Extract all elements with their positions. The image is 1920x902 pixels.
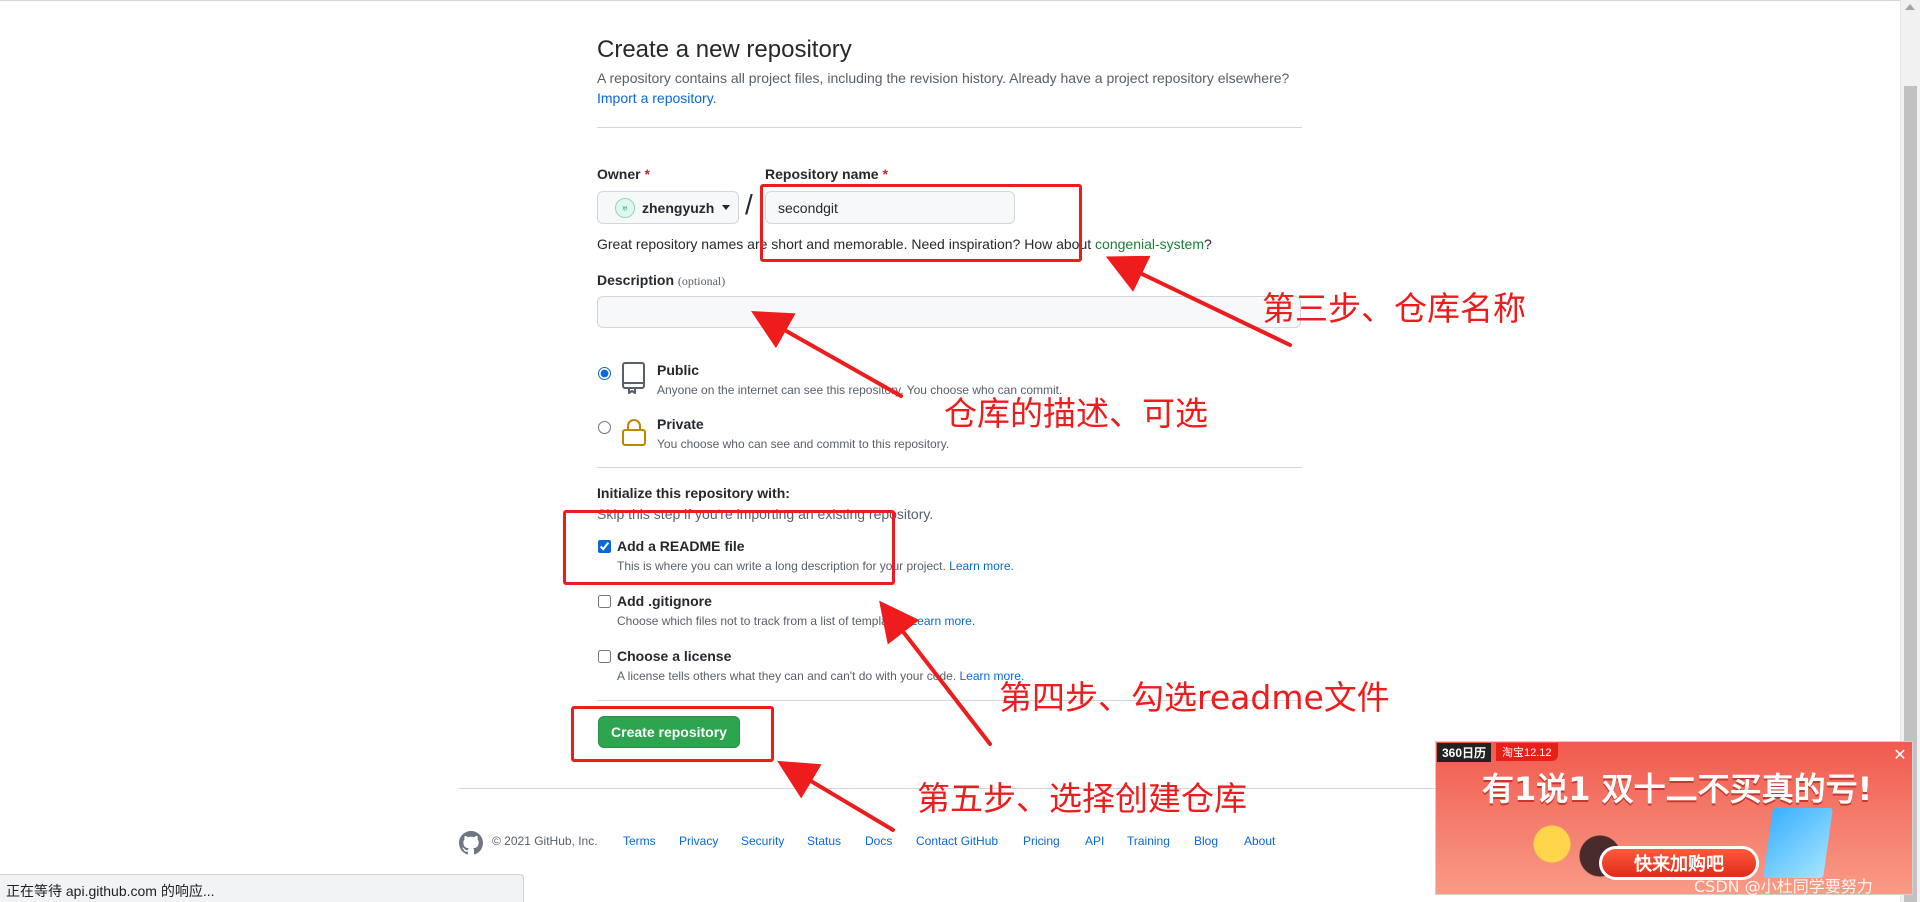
annotation-step5: 第五步、选择创建仓库 [917, 779, 1247, 818]
ad-brand: 360日历 [1437, 743, 1492, 762]
watermark: CSDN @小杜同学要努力 [1694, 877, 1873, 896]
close-icon[interactable]: ✕ [1892, 748, 1908, 764]
ad-tag: 淘宝12.12 [1496, 743, 1558, 761]
ad-headline: 有1说1 双十二不买真的亏! [1482, 770, 1873, 808]
arrow-step5 [777, 760, 895, 832]
annotation-description: 仓库的描述、可选 [944, 394, 1208, 433]
ad-popup[interactable]: 360日历 淘宝12.12 ✕ 有1说1 双十二不买真的亏! 快来加购吧 [1435, 741, 1913, 895]
ad-phone-image [1763, 808, 1833, 878]
arrow-step4 [879, 600, 992, 746]
arrow-description [751, 311, 903, 398]
annotation-step4: 第四步、勾选readme文件 [999, 678, 1390, 717]
annotation-step3: 第三步、仓库名称 [1262, 289, 1526, 328]
